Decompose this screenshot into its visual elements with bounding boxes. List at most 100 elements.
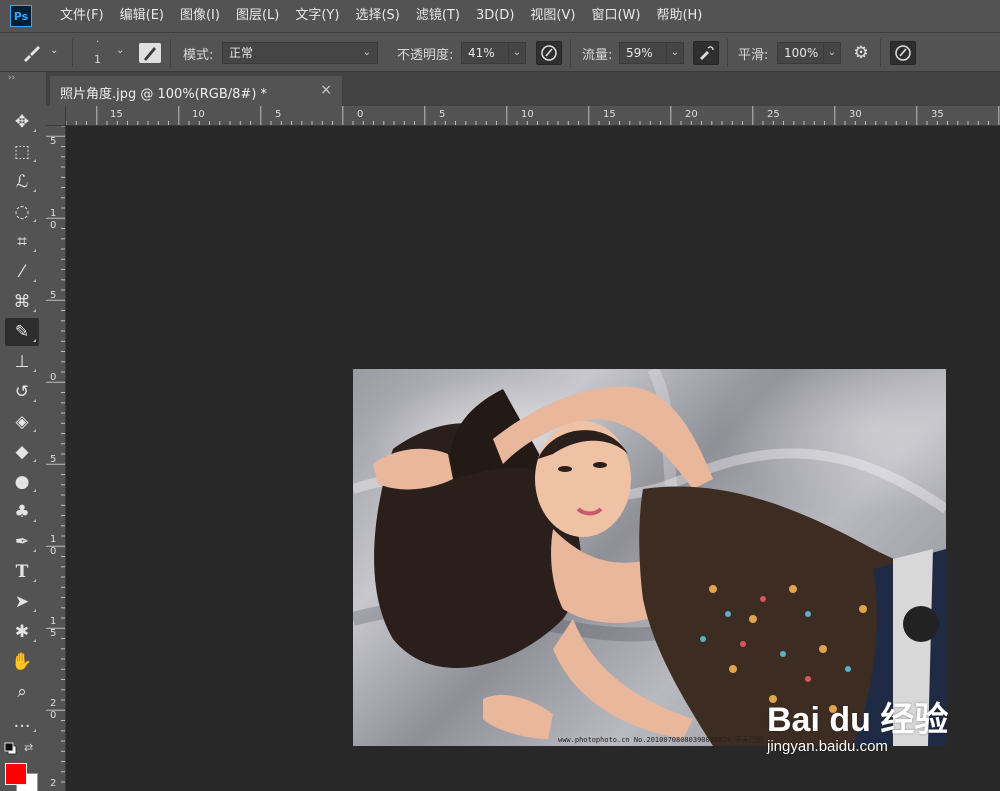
- ruler-label: 5: [50, 628, 57, 639]
- menu-layer[interactable]: 图层(L): [228, 0, 287, 32]
- options-divider: [72, 39, 73, 67]
- ruler-label: 5: [50, 454, 57, 465]
- eraser-tool-icon: ◈: [15, 412, 29, 432]
- menu-file[interactable]: 文件(F): [52, 0, 112, 32]
- path-select-tool[interactable]: ➤: [5, 588, 39, 616]
- smoothing-chevron-down-icon[interactable]: ⌄: [823, 42, 841, 64]
- smoothing-input[interactable]: 100%: [777, 42, 825, 64]
- shape-tool[interactable]: ✱: [5, 618, 39, 646]
- eraser-tool[interactable]: ◈: [5, 408, 39, 436]
- brush-size-chevron-down-icon[interactable]: ⌄: [116, 45, 124, 56]
- photoshop-window: Ps 文件(F) 编辑(E) 图像(I) 图层(L) 文字(Y) 选择(S) 滤…: [0, 0, 1000, 791]
- pen-tool[interactable]: ✒: [5, 528, 39, 556]
- smoothing-options-gear-icon[interactable]: ⚙: [850, 43, 872, 63]
- clone-stamp-tool[interactable]: ⊥: [5, 348, 39, 376]
- document-tab-bar: 照片角度.jpg @ 100%(RGB/8#) * ×: [46, 72, 1000, 106]
- hand-tool[interactable]: ✋: [5, 648, 39, 676]
- options-divider: [170, 39, 171, 67]
- menu-help[interactable]: 帮助(H): [648, 0, 710, 32]
- ruler-label: 25: [767, 109, 780, 120]
- menu-bar: Ps 文件(F) 编辑(E) 图像(I) 图层(L) 文字(Y) 选择(S) 滤…: [0, 0, 1000, 32]
- menu-type[interactable]: 文字(Y): [287, 0, 347, 32]
- ruler-label: 5: [50, 290, 57, 301]
- tool-preset-chevron-down-icon[interactable]: ⌄: [50, 45, 58, 56]
- opacity-label: 不透明度:: [397, 48, 454, 63]
- dodge-tool[interactable]: ♣: [5, 498, 39, 526]
- swap-colors-icon[interactable]: ⇄: [24, 741, 33, 754]
- brush-panel-toggle-icon[interactable]: [139, 43, 161, 63]
- edit-toolbar-button[interactable]: …: [5, 708, 39, 736]
- ruler-label: 10: [521, 109, 534, 120]
- pen-tool-icon: ✒: [14, 532, 30, 552]
- type-tool[interactable]: T: [5, 558, 39, 586]
- ruler-label: 0: [357, 109, 364, 120]
- ruler-label: 1: [50, 616, 57, 627]
- type-tool-icon: T: [15, 562, 29, 582]
- marquee-tool-icon: ⬚: [13, 142, 31, 162]
- crop-tool[interactable]: ⌗: [5, 228, 39, 256]
- menu-edit[interactable]: 编辑(E): [112, 0, 172, 32]
- eyedropper-tool[interactable]: ⁄: [5, 258, 39, 286]
- pressure-size-button[interactable]: [890, 41, 916, 65]
- opacity-input[interactable]: 41%: [461, 42, 509, 64]
- quick-select-tool[interactable]: ◌: [5, 198, 39, 226]
- menu-3d[interactable]: 3D(D): [468, 0, 522, 32]
- path-select-tool-icon: ➤: [14, 592, 30, 612]
- brush-tool[interactable]: ✎: [5, 318, 39, 346]
- tool-preset-brush-icon[interactable]: [20, 43, 42, 63]
- flow-label: 流量:: [582, 48, 613, 63]
- ruler-label: 30: [849, 109, 862, 120]
- pressure-opacity-button[interactable]: [536, 41, 562, 65]
- blend-mode-select[interactable]: 正常 ⌄: [222, 42, 378, 64]
- mode-label: 模式:: [183, 48, 214, 63]
- lasso-tool[interactable]: ℒ: [5, 168, 39, 196]
- menu-select[interactable]: 选择(S): [347, 0, 407, 32]
- photo-credit-text: www.photophoto.cn No.2010070808039008882…: [558, 736, 764, 744]
- close-icon[interactable]: ×: [320, 82, 332, 98]
- watermark-brand: Bai du 经验: [767, 701, 949, 739]
- default-colors-icon[interactable]: [4, 741, 18, 755]
- lasso-tool-icon: ℒ: [15, 172, 29, 192]
- paint-bucket-tool[interactable]: ◆: [5, 438, 39, 466]
- flow-input[interactable]: 59%: [619, 42, 667, 64]
- history-brush-tool-icon: ↺: [14, 382, 30, 402]
- menu-view[interactable]: 视图(V): [522, 0, 583, 32]
- brush-size-value[interactable]: 1: [94, 53, 101, 66]
- options-divider: [570, 39, 571, 67]
- hand-tool-icon: ✋: [11, 652, 33, 672]
- ruler-vertical[interactable]: 5 1 0 5 0 5 1 0 1 5 2 0 2: [46, 126, 66, 791]
- blend-mode-value: 正常: [229, 46, 254, 60]
- history-brush-tool[interactable]: ↺: [5, 378, 39, 406]
- document-tab-title: 照片角度.jpg @ 100%(RGB/8#) *: [60, 87, 268, 102]
- opacity-chevron-down-icon[interactable]: ⌄: [508, 42, 526, 64]
- toolbar-collapse-icon[interactable]: ››: [0, 72, 46, 86]
- menu-filter[interactable]: 滤镜(T): [408, 0, 468, 32]
- foreground-color-swatch[interactable]: [5, 763, 27, 785]
- ruler-label: 20: [685, 109, 698, 120]
- document-tab[interactable]: 照片角度.jpg @ 100%(RGB/8#) * ×: [50, 76, 342, 106]
- zoom-tool-icon: ⌕: [17, 682, 27, 702]
- ruler-origin[interactable]: [46, 106, 66, 126]
- clone-stamp-tool-icon: ⊥: [14, 352, 30, 372]
- ruler-horizontal[interactable]: 15 10 5 0 5 10 15 20 25 30 35: [66, 106, 1000, 126]
- options-divider: [880, 39, 881, 67]
- marquee-tool[interactable]: ⬚: [5, 138, 39, 166]
- options-divider: [727, 39, 728, 67]
- watermark-url: jingyan.baidu.com: [767, 738, 888, 755]
- document-image[interactable]: www.photophoto.cn No.2010070808039008882…: [353, 369, 946, 746]
- ruler-label: 5: [439, 109, 446, 120]
- blend-mode-chevron-down-icon: ⌄: [362, 47, 371, 58]
- blur-tool[interactable]: ●: [5, 468, 39, 496]
- photo-illustration: [353, 369, 946, 746]
- ruler-label: 0: [50, 546, 57, 557]
- zoom-tool[interactable]: ⌕: [5, 678, 39, 706]
- flow-chevron-down-icon[interactable]: ⌄: [666, 42, 684, 64]
- photoshop-logo-icon[interactable]: Ps: [10, 5, 32, 27]
- healing-brush-tool[interactable]: ⌘: [5, 288, 39, 316]
- healing-brush-tool-icon: ⌘: [13, 292, 31, 312]
- menu-image[interactable]: 图像(I): [172, 0, 228, 32]
- menu-window[interactable]: 窗口(W): [583, 0, 648, 32]
- airbrush-button[interactable]: [693, 41, 719, 65]
- more-tools-icon: …: [13, 712, 31, 732]
- move-tool[interactable]: ✥: [5, 108, 39, 136]
